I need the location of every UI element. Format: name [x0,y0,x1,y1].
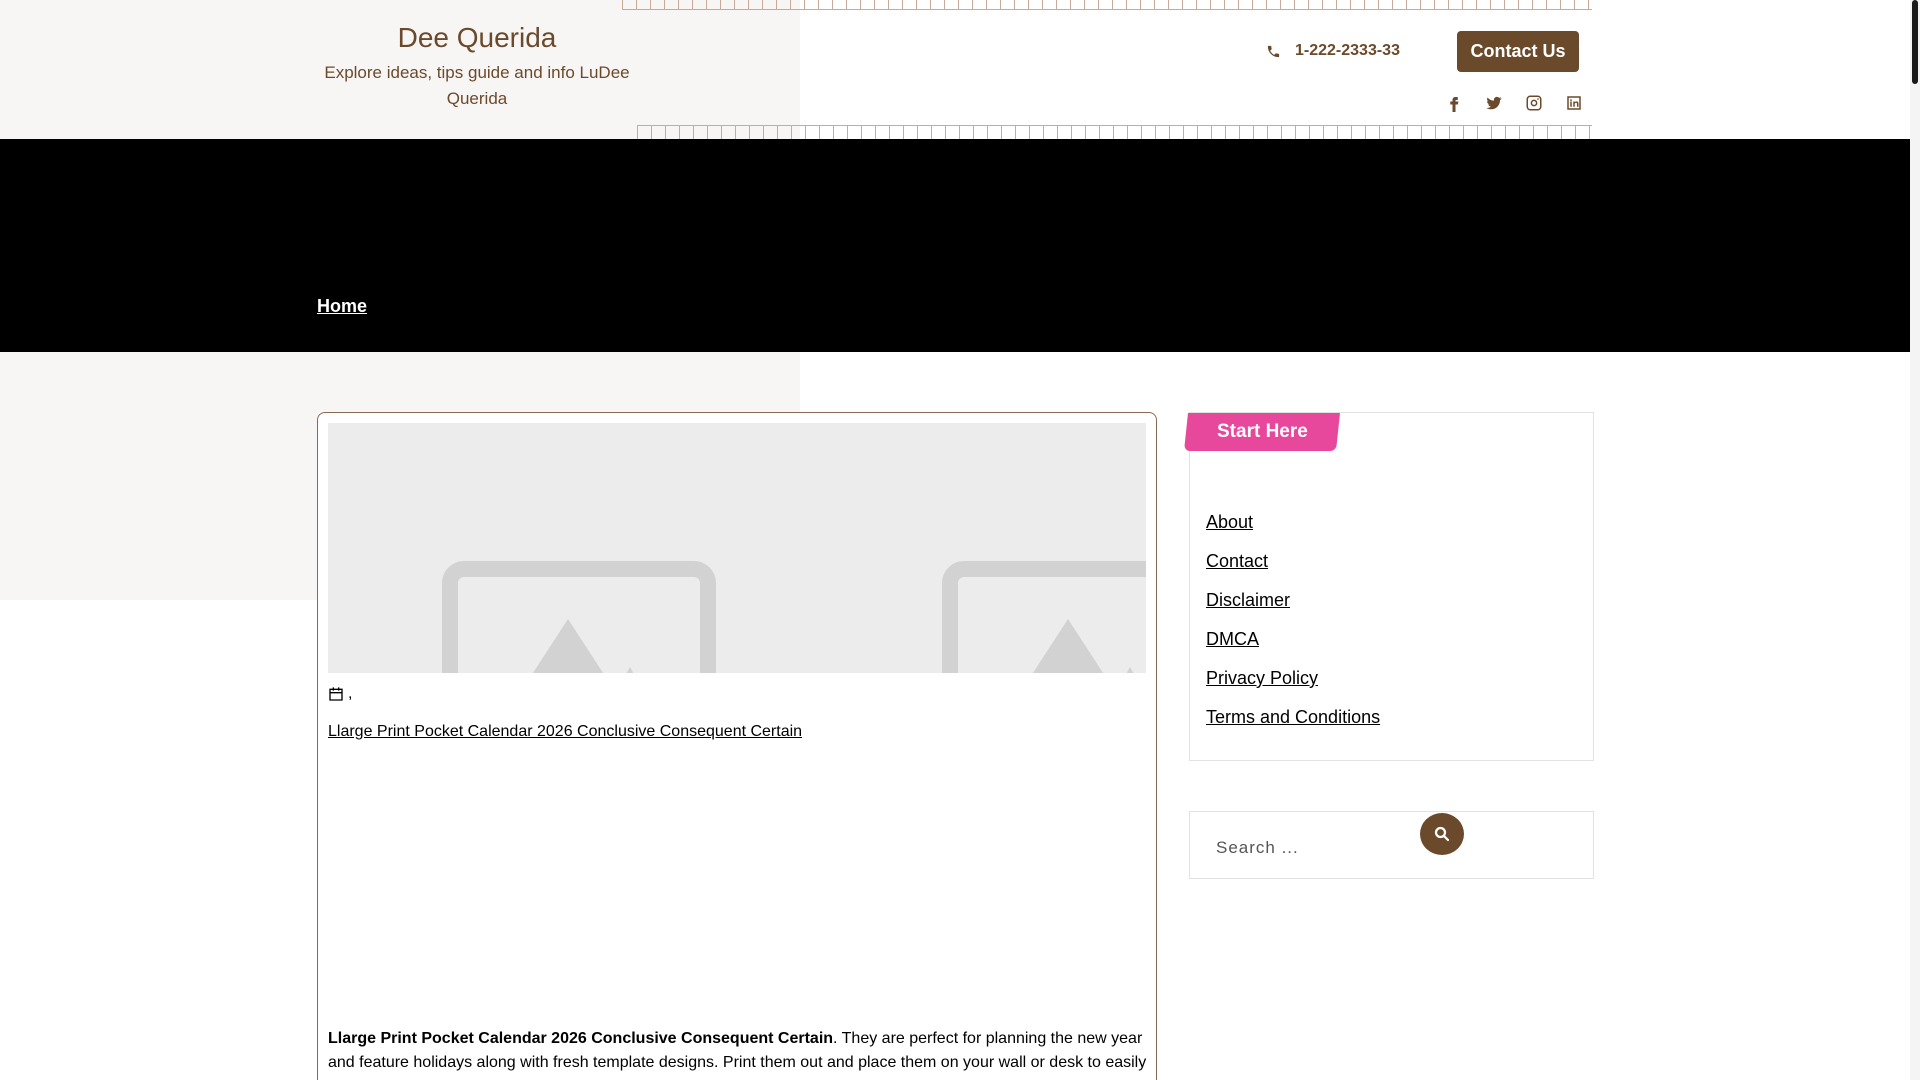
post-excerpt: Llarge Print Pocket Calendar 2026 Conclu… [328,1027,1148,1075]
image-placeholder-icon [942,561,1146,673]
facebook-icon[interactable] [1443,92,1465,114]
sidebar-link-terms[interactable]: Terms and Conditions [1206,698,1380,737]
instagram-icon[interactable] [1523,92,1545,114]
search-widget: Search ... [1189,811,1594,879]
site-branding: Dee Querida Explore ideas, tips guide an… [317,20,637,112]
twitter-icon[interactable] [1483,92,1505,114]
decorative-ruler-bottom [637,125,1592,139]
widget-link-list: About Contact Disclaimer DMCA Privacy Po… [1206,503,1380,737]
search-icon [1434,826,1450,842]
search-button[interactable] [1420,813,1464,855]
sidebar-link-contact[interactable]: Contact [1206,542,1380,581]
sidebar-link-disclaimer[interactable]: Disclaimer [1206,581,1380,620]
site-title[interactable]: Dee Querida [317,20,637,56]
page-scrollbar[interactable] [1910,0,1920,1080]
scrollbar-thumb[interactable] [1912,0,1918,84]
site-tagline: Explore ideas, tips guide and info LuDee… [324,63,630,108]
excerpt-bold-title: Llarge Print Pocket Calendar 2026 Conclu… [328,1030,834,1047]
widget-title: Start Here [1184,413,1340,451]
post-title-link[interactable]: Llarge Print Pocket Calendar 2026 Conclu… [328,723,802,741]
search-input[interactable]: Search ... [1216,838,1299,858]
meta-separator: , [348,685,353,702]
linkedin-icon[interactable] [1563,92,1585,114]
decorative-ruler-top [622,0,1592,10]
calendar-icon [329,687,343,701]
main-navigation: Home [0,139,1910,352]
sidebar-link-privacy-policy[interactable]: Privacy Policy [1206,659,1380,698]
contact-us-button[interactable]: Contact Us [1457,31,1579,72]
start-here-widget: Start Here About Contact Disclaimer DMCA… [1184,412,1594,761]
post-meta: , [328,685,352,703]
post-thumbnail[interactable] [328,423,1146,673]
image-placeholder-icon [442,561,716,673]
phone-icon [1267,45,1280,57]
phone-contact[interactable]: 1-222-2333-33 [1266,42,1400,60]
sidebar-link-about[interactable]: About [1206,503,1380,542]
sidebar-link-dmca[interactable]: DMCA [1206,620,1380,659]
post-card: , Llarge Print Pocket Calendar 2026 Conc… [317,412,1157,1080]
phone-number: 1-222-2333-33 [1295,42,1400,59]
social-links [1443,92,1585,114]
nav-item-home[interactable]: Home [317,296,367,317]
site-header: Dee Querida Explore ideas, tips guide an… [0,0,1910,139]
